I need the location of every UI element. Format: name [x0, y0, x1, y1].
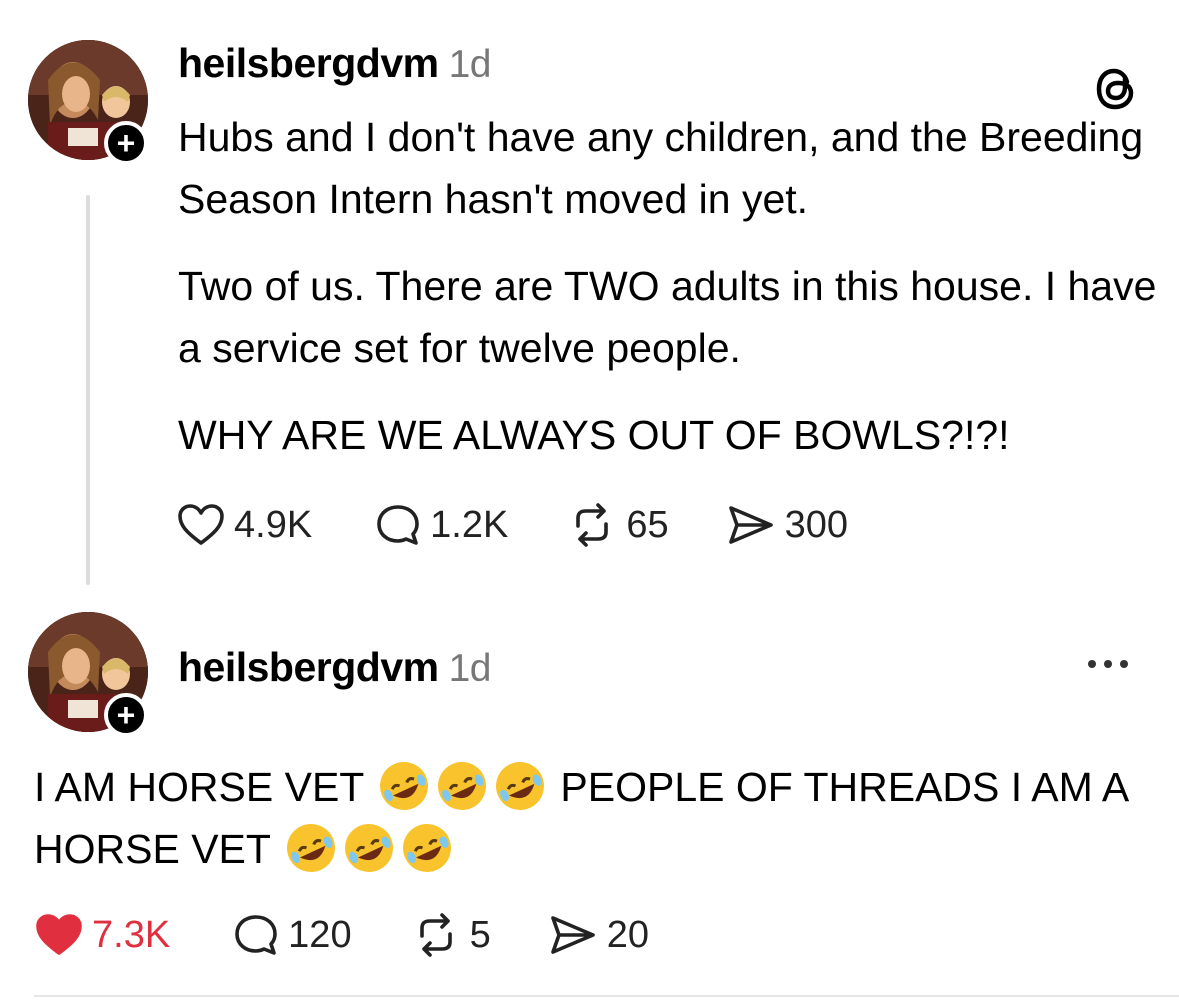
- post-time: 1d: [448, 647, 492, 690]
- repost-count: 65: [626, 503, 669, 546]
- post-actions: 4.9K 1.2K 65 300: [176, 502, 908, 548]
- repost-button[interactable]: 5: [410, 912, 491, 958]
- send-icon: [550, 916, 595, 954]
- post-time: 1d: [448, 43, 492, 86]
- username-text[interactable]: heilsbergdvm: [178, 644, 439, 690]
- rolling-on-floor-laughing-emoji: [438, 762, 487, 811]
- post-text-part: I AM HORSE VET: [34, 764, 364, 810]
- like-button[interactable]: 7.3K: [34, 913, 170, 957]
- share-button[interactable]: 20: [547, 913, 649, 957]
- repost-icon: [419, 913, 452, 957]
- post-1: + heilsbergdvm 1d Hubs and I don't have a…: [0, 0, 1179, 600]
- reply-button[interactable]: 1.2K: [374, 502, 508, 548]
- rolling-on-floor-laughing-emoji: [344, 824, 393, 873]
- username[interactable]: heilsbergdvm 1d: [178, 644, 491, 691]
- comment-bubble-icon: [377, 505, 419, 545]
- post-body: Hubs and I don't have any children, and …: [178, 106, 1158, 491]
- rolling-on-floor-laughing-emoji: [496, 762, 545, 811]
- more-dots-icon[interactable]: [1088, 660, 1128, 668]
- like-count: 4.9K: [234, 503, 313, 546]
- rolling-on-floor-laughing-emoji: [402, 824, 451, 873]
- like-count: 7.3K: [92, 913, 171, 956]
- divider: [34, 995, 1179, 997]
- share-button[interactable]: 300: [725, 503, 848, 547]
- follow-plus-icon[interactable]: +: [104, 693, 148, 737]
- dot: [1104, 660, 1112, 668]
- send-icon: [728, 506, 773, 544]
- reply-count: 120: [288, 913, 352, 956]
- share-count: 20: [606, 913, 649, 956]
- post-paragraph: Hubs and I don't have any children, and …: [178, 114, 1144, 222]
- comment-bubble-icon: [235, 915, 277, 955]
- repost-icon: [576, 503, 609, 547]
- rolling-on-floor-laughing-emoji: [380, 762, 429, 811]
- thread-connector-line: [86, 195, 90, 585]
- rolling-on-floor-laughing-emoji: [286, 824, 335, 873]
- post-actions: 7.3K 120 5 20: [34, 912, 709, 958]
- heart-icon: [178, 504, 224, 545]
- dot: [1088, 660, 1096, 668]
- post-paragraph: Two of us. There are TWO adults in this …: [178, 263, 1157, 371]
- repost-count: 5: [469, 913, 491, 956]
- dot: [1120, 660, 1128, 668]
- follow-plus-icon[interactable]: +: [104, 121, 148, 165]
- reply-button[interactable]: 120: [232, 912, 352, 958]
- username-text[interactable]: heilsbergdvm: [178, 40, 439, 86]
- share-count: 300: [784, 503, 849, 546]
- username[interactable]: heilsbergdvm 1d: [178, 40, 491, 87]
- post-paragraph: WHY ARE WE ALWAYS OUT OF BOWLS?!?!: [178, 412, 1010, 458]
- repost-button[interactable]: 65: [566, 502, 669, 548]
- like-button[interactable]: 4.9K: [176, 503, 312, 547]
- post-body: I AM HORSE VET PEOPLE OF THREADS I AM A …: [34, 756, 1154, 880]
- heart-icon: [36, 914, 82, 955]
- reply-count: 1.2K: [430, 503, 509, 546]
